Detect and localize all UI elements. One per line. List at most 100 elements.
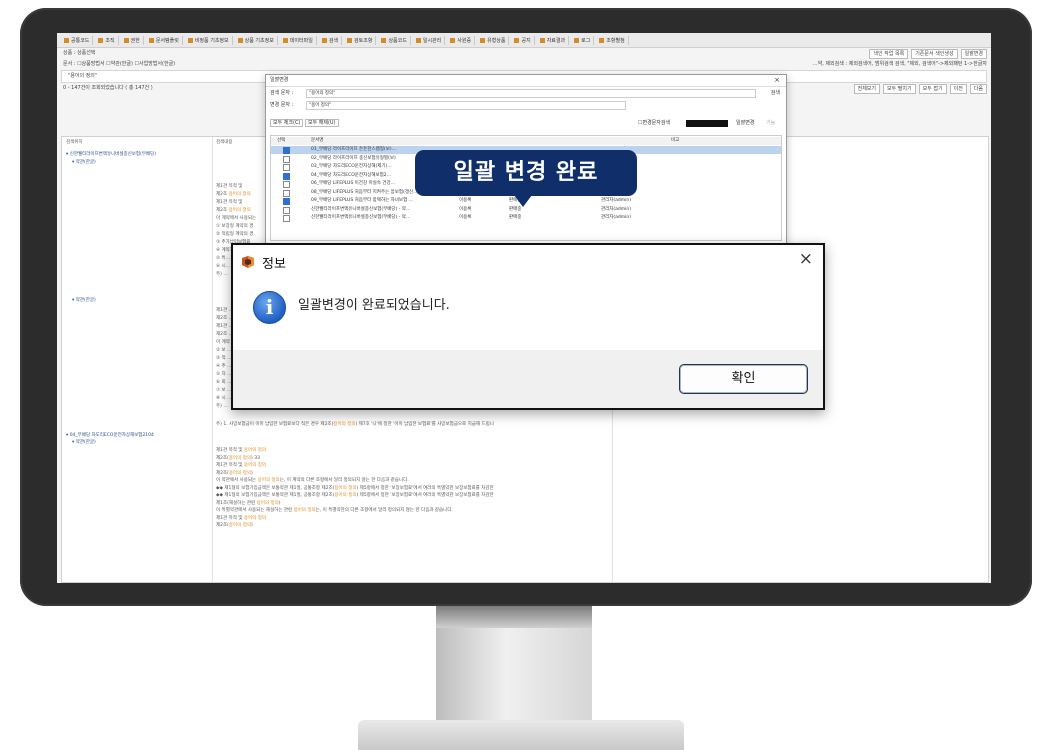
message-box-footer: 확인 (233, 350, 823, 408)
table-header: 선택 문서명 비고 (271, 137, 781, 145)
row-document-name: 04_무배당 차도리ECO운전자상해보험2… (311, 172, 392, 178)
toolbar-button[interactable]: 모두 접기 (918, 84, 947, 94)
toolbar-item-label: 검토조항 (354, 37, 373, 44)
toolbar-item-label: 사원증 (457, 37, 472, 44)
row-checkbox[interactable] (283, 172, 290, 180)
row-author: 이용록 (459, 198, 472, 203)
toolbar-item[interactable]: 문서템플릿 (146, 35, 183, 45)
row-document-name: 08_무배당 LIFEPLUS 처음부터 지켜주는 암보험(갱신… (311, 189, 418, 195)
row-checkbox[interactable] (283, 206, 290, 214)
dialog-title-text: 일괄변경 (270, 77, 289, 83)
callout-tail (514, 195, 532, 207)
row-admin: 관리자(admin) (601, 198, 632, 203)
search-button[interactable]: 검색 (771, 87, 780, 99)
toolbar-item[interactable]: 상품코드 (378, 35, 411, 45)
row-checkbox[interactable] (283, 198, 290, 205)
tree-group[interactable]: ▾ 04_무배당 차도리ECO운전자상해보험2104 (62, 432, 988, 439)
product-filter-row: 상품 : 상품선택 색인 작업 목록 기존문서 색인생성 일괄변경 (57, 48, 991, 59)
toolbar-icon (98, 37, 104, 43)
dialog-action-row: 모두 체크(C) 모두 해제(U) ☐변경문자검색 일괄변경 기능 (266, 117, 786, 129)
grid-content-line: 제2조(용어의 정의) (216, 470, 253, 476)
toolbar-item[interactable]: 공지 (511, 35, 535, 45)
toolbar-button[interactable]: 모두 펼치기 (883, 84, 916, 94)
close-icon[interactable]: × (774, 75, 780, 86)
grid-content-line: 제1관 목적 및 용어의 정의 (216, 515, 266, 521)
search-help-text: …약, 제외검색 : 제외검색어, 범위검색 검색, "제외, 검색어"->제외… (812, 61, 987, 67)
toolbar-item-label: 비정품 기초정보 (194, 37, 229, 44)
toolbar-item[interactable]: 검토조항 (344, 35, 377, 45)
message-text: 일괄변경이 완료되었습니다. (298, 298, 450, 313)
close-icon[interactable]: × (799, 249, 813, 269)
grid-content-line: ◆◆ 제1형의 보험기입금액은 보통약관 제1절, 공통조항 제2조(용어의 정… (216, 485, 494, 491)
toolbar-item[interactable]: 상품 기초정보 (235, 35, 278, 45)
bulk-change-button[interactable]: 일괄변경 (736, 117, 754, 129)
row-checkbox[interactable] (283, 181, 290, 188)
change-text-label: 변경 문자 : (270, 102, 294, 108)
tree-subgroup[interactable]: ▾ 약관(한글) (62, 439, 988, 446)
toolbar-item[interactable]: 검색 (319, 35, 343, 45)
change-text-search-checkbox[interactable]: ☐변경문자검색 (638, 117, 670, 129)
grid-content-line: ◆◆ 제1형의 보험기입금액은 보통약관 제1절, 공통조항 제2조(용어의 정… (216, 493, 494, 498)
toolbar-item[interactable]: 조직 (95, 35, 119, 45)
row-checkbox[interactable] (283, 155, 290, 163)
other-button[interactable]: 기능 (766, 117, 775, 129)
toolbar-icon (237, 37, 243, 43)
change-text-input[interactable]: "용어 정의" (306, 101, 626, 110)
toolbar-item[interactable]: 비정품 기초정보 (185, 35, 233, 45)
product-select[interactable]: 상품선택 (77, 50, 95, 56)
toolbar-item-label: 검색 (328, 37, 339, 44)
row-document-name: 신한웰티라이프변액유니버셜종신보험(무배당) - 약… (311, 215, 411, 220)
row-document-name: 09_무배당 LIFEPLUS 처음부터 함께하는 자녀보험 … (311, 198, 414, 203)
toolbar-button[interactable]: 다음 (969, 84, 987, 94)
search-text-input[interactable]: "용어의 정의" (306, 89, 756, 98)
toolbar-item[interactable]: 데이터파일 (280, 35, 317, 45)
toolbar-icon (480, 37, 486, 43)
toolbar-icon (321, 37, 327, 43)
toolbar-item-label: 권한 (130, 37, 140, 44)
table-row[interactable]: 신한웰티라이프변액유니버셜종신보험(무배당) - 약… 이용록 판매중 관리자(adm… (271, 214, 781, 222)
toolbar-item[interactable]: 조항별첨 (596, 35, 629, 45)
toolbar-item-label: 공통코드 (71, 37, 90, 44)
toolbar-item-label: 데이터파일 (289, 37, 313, 44)
deselect-all-button[interactable]: 모두 해제(U) (304, 119, 339, 127)
row-checkbox[interactable] (283, 215, 290, 222)
grid-content-line: 제2조(용어의 정의) 33 (216, 455, 260, 461)
row-checkbox[interactable] (283, 147, 290, 154)
toolbar-item-label: 조항별첨 (606, 37, 625, 44)
toolbar-button[interactable]: 기존문서 색인생성 (911, 49, 958, 59)
toolbar-button[interactable]: 전체보기 (853, 84, 880, 94)
result-count: 0 - 147건이 조회되었습니다 ( 총 147건 ) (63, 85, 153, 91)
monitor-stand-base (358, 720, 684, 750)
row-admin: 관리자(admin) (601, 215, 632, 220)
toolbar-item[interactable]: 유형상품 (477, 35, 510, 45)
app-toolbar: 공통코드 조직 권한 문서템플릿 비정품 기초정보 상품 기초정보 데이터파일 검색 검토조항 상… (57, 33, 991, 48)
row-author: 이용록 (459, 215, 472, 220)
toolbar-item[interactable]: 자료결과 (537, 35, 570, 45)
toolbar-button[interactable]: 색인 작업 목록 (869, 49, 909, 59)
toolbar-item[interactable]: 사원증 (447, 35, 476, 45)
info-message-box: 정보 × i 일괄변경이 완료되었습니다. 확인 (231, 243, 825, 410)
toolbar-button[interactable]: 이전 (949, 84, 967, 94)
grid-note-line: 주) 1. 사망보험금이 이미 납입한 보험료보다 적은 경우 제2조(용어의 … (216, 422, 494, 427)
row-checkbox[interactable] (283, 189, 290, 197)
filter-buttons: 색인 작업 목록 기존문서 색인생성 일괄변경 (869, 48, 987, 59)
toolbar-item[interactable]: 공통코드 (61, 35, 94, 45)
toolbar-item[interactable]: 로그 (571, 35, 595, 45)
ok-button[interactable]: 확인 (679, 364, 808, 394)
row-checkbox[interactable] (283, 164, 290, 171)
select-all-button[interactable]: 모두 체크(C) (270, 119, 304, 127)
toolbar-icon (148, 37, 154, 43)
toolbar-icon (381, 37, 387, 43)
search-text-field: 검색 문자 : "용어의 정의" 검색 (266, 87, 786, 99)
info-icon: i (253, 291, 286, 324)
grid-content-line: 제1관 목적 및 용어의 정의 (216, 448, 266, 453)
toolbar-item[interactable]: 권한 (121, 35, 144, 45)
row-status: 판매중 (509, 215, 522, 220)
grid-content-line: 제2조(용어의 정의) (216, 523, 253, 528)
product-label: 상품 : (63, 50, 76, 56)
toolbar-item[interactable]: 일시관리 (413, 35, 446, 45)
document-type-options[interactable]: 문서 : ☐상품방법서 ☐약관(한글) ☐사업방법서(한글) (63, 61, 175, 67)
toolbar-item-label: 공지 (521, 37, 531, 44)
toolbar-icon (282, 37, 288, 43)
toolbar-button[interactable]: 일괄변경 (960, 49, 987, 59)
